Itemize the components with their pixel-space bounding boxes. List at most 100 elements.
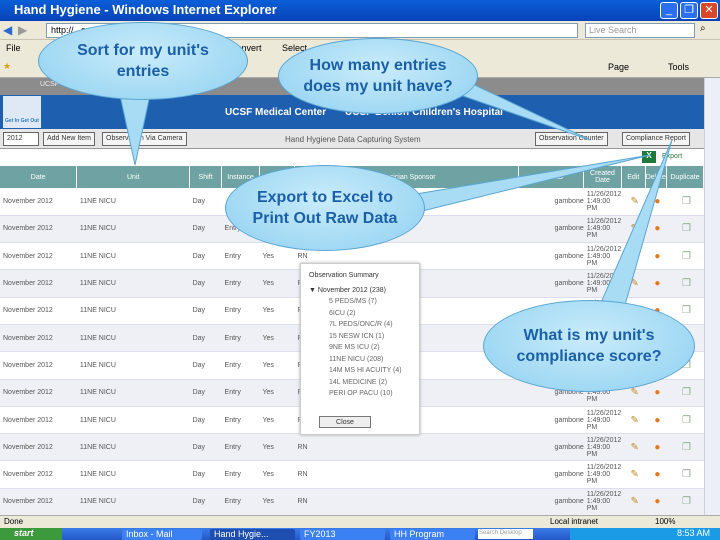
- excel-icon[interactable]: X: [642, 151, 656, 163]
- task-fy2013[interactable]: FY2013: [300, 529, 385, 540]
- pencil-edit-icon[interactable]: ✎: [631, 496, 639, 507]
- delete-icon[interactable]: ●: [654, 251, 660, 262]
- pencil-edit-icon[interactable]: ✎: [631, 415, 639, 426]
- column-header[interactable]: Shift: [189, 166, 223, 188]
- table-cell: gambone: [518, 433, 584, 462]
- duplicate-icon[interactable]: ❐: [682, 196, 691, 207]
- page-menu[interactable]: Page: [608, 62, 629, 72]
- minimize-button[interactable]: _: [660, 2, 678, 19]
- zoom-level[interactable]: 100%: [655, 517, 675, 526]
- table-cell: Yes: [259, 324, 295, 353]
- table-cell: 11NE NICU: [76, 379, 190, 407]
- table-cell: 11/26/2012 1:49:00 PM: [583, 242, 622, 271]
- search-icon[interactable]: ⌕: [700, 23, 706, 34]
- summary-unit-item[interactable]: 14L MEDICINE (2): [329, 377, 411, 389]
- task-hand-hygiene[interactable]: Hand Hygie...: [210, 529, 295, 540]
- duplicate-icon[interactable]: ❐: [682, 278, 691, 289]
- back-icon[interactable]: ◀: [3, 23, 12, 37]
- maximize-button[interactable]: ❐: [680, 2, 698, 19]
- forward-icon[interactable]: ▶: [18, 23, 27, 37]
- vertical-scrollbar[interactable]: [704, 78, 720, 515]
- pencil-edit-icon[interactable]: ✎: [631, 469, 639, 480]
- desktop-search[interactable]: Search Desktop: [478, 529, 533, 539]
- summary-unit-item[interactable]: 11NE NICU (208): [329, 354, 411, 366]
- summary-unit-item[interactable]: 5 PEDS/MS (7): [329, 296, 411, 308]
- year-select[interactable]: 2012: [3, 132, 39, 146]
- table-cell: 11NE NICU: [76, 460, 190, 489]
- delete-icon[interactable]: ●: [654, 442, 660, 453]
- task-inbox[interactable]: Inbox - Mail: [122, 529, 202, 540]
- duplicate-icon[interactable]: ❐: [682, 415, 691, 426]
- table-cell: gambone: [518, 242, 584, 271]
- summary-unit-item[interactable]: 7L PEDS/ONC/R (4): [329, 319, 411, 331]
- delete-icon[interactable]: ●: [654, 415, 660, 426]
- table-cell: Day: [189, 460, 222, 489]
- duplicate-icon[interactable]: ❐: [682, 442, 691, 453]
- export-link[interactable]: Export: [662, 153, 682, 160]
- summary-unit-item[interactable]: 9NE MS ICU (2): [329, 342, 411, 354]
- duplicate-icon[interactable]: ❐: [682, 387, 691, 398]
- add-new-item-button[interactable]: Add New Item: [43, 132, 95, 146]
- favorites-star-icon[interactable]: ★: [3, 61, 11, 72]
- table-cell: gambone: [518, 488, 584, 517]
- summary-unit-item[interactable]: PERI OP PACU (10): [329, 388, 411, 400]
- table-cell: November 2012: [0, 215, 77, 244]
- duplicate-icon[interactable]: ❐: [682, 223, 691, 234]
- table-cell: November 2012: [0, 269, 77, 298]
- column-header[interactable]: Unit: [76, 166, 191, 188]
- table-cell: November 2012: [0, 351, 77, 380]
- pencil-edit-icon[interactable]: ✎: [631, 223, 639, 234]
- delete-icon[interactable]: ●: [654, 196, 660, 207]
- column-header[interactable]: Created Date: [583, 166, 622, 188]
- callout-sort: Sort for my unit's entries: [38, 22, 248, 100]
- table-cell: 11/26/2012 1:49:00 PM: [583, 460, 622, 489]
- delete-icon[interactable]: ●: [654, 278, 660, 289]
- duplicate-icon[interactable]: ❐: [682, 305, 691, 316]
- pencil-edit-icon[interactable]: ✎: [631, 251, 639, 262]
- summary-unit-item[interactable]: 15 NESW ICN (1): [329, 331, 411, 343]
- window-title: Hand Hygiene - Windows Internet Explorer: [0, 0, 720, 21]
- table-cell: Day: [189, 188, 222, 216]
- table-cell: 11NE NICU: [76, 324, 190, 353]
- column-header[interactable]: Date: [0, 166, 78, 188]
- summary-unit-item[interactable]: 14M MS HI ACUITY (4): [329, 365, 411, 377]
- close-button[interactable]: ✕: [700, 2, 718, 19]
- table-cell: November 2012: [0, 242, 77, 271]
- menu-file[interactable]: File: [6, 43, 21, 53]
- tools-menu[interactable]: Tools: [668, 62, 689, 72]
- delete-icon[interactable]: ●: [654, 387, 660, 398]
- duplicate-icon[interactable]: ❐: [682, 496, 691, 507]
- delete-icon[interactable]: ●: [654, 223, 660, 234]
- delete-icon[interactable]: ●: [654, 496, 660, 507]
- table-cell: 11NE NICU: [76, 215, 190, 244]
- table-cell: Entry: [221, 460, 260, 489]
- task-hh-program[interactable]: HH Program: [390, 529, 475, 540]
- duplicate-icon[interactable]: ❐: [682, 251, 691, 262]
- summary-unit-item[interactable]: 6ICU (2): [329, 308, 411, 320]
- pencil-edit-icon[interactable]: ✎: [631, 196, 639, 207]
- delete-icon[interactable]: ●: [654, 469, 660, 480]
- column-header[interactable]: User ID: [518, 166, 585, 188]
- callout-compliance: What is my unit's compliance score?: [483, 300, 695, 392]
- table-cell: Entry: [221, 488, 260, 517]
- table-cell: Entry: [221, 242, 260, 271]
- table-cell: Entry: [221, 351, 260, 380]
- observation-counter-button[interactable]: Observation Counter: [535, 132, 608, 146]
- duplicate-icon[interactable]: ❐: [682, 469, 691, 480]
- table-cell: Yes: [259, 460, 295, 489]
- pencil-edit-icon[interactable]: ✎: [631, 387, 639, 398]
- summary-month[interactable]: November 2012 (238): [318, 287, 386, 294]
- system-title: Hand Hygiene Data Capturing System: [285, 135, 421, 144]
- mascot-caption: Get In Get Out: [5, 118, 39, 124]
- start-button[interactable]: start: [0, 528, 62, 540]
- table-cell: Entry: [221, 324, 260, 353]
- close-summary-button[interactable]: Close: [319, 416, 371, 428]
- compliance-report-button[interactable]: Compliance Report: [622, 132, 690, 146]
- expand-triangle-icon[interactable]: ▼: [309, 287, 318, 294]
- pencil-edit-icon[interactable]: ✎: [631, 442, 639, 453]
- pencil-edit-icon[interactable]: ✎: [631, 278, 639, 289]
- search-input[interactable]: Live Search: [585, 23, 695, 38]
- camera-button[interactable]: Observation Via Camera: [102, 132, 187, 146]
- table-cell: Day: [189, 215, 222, 244]
- table-cell: 11NE NICU: [76, 351, 190, 380]
